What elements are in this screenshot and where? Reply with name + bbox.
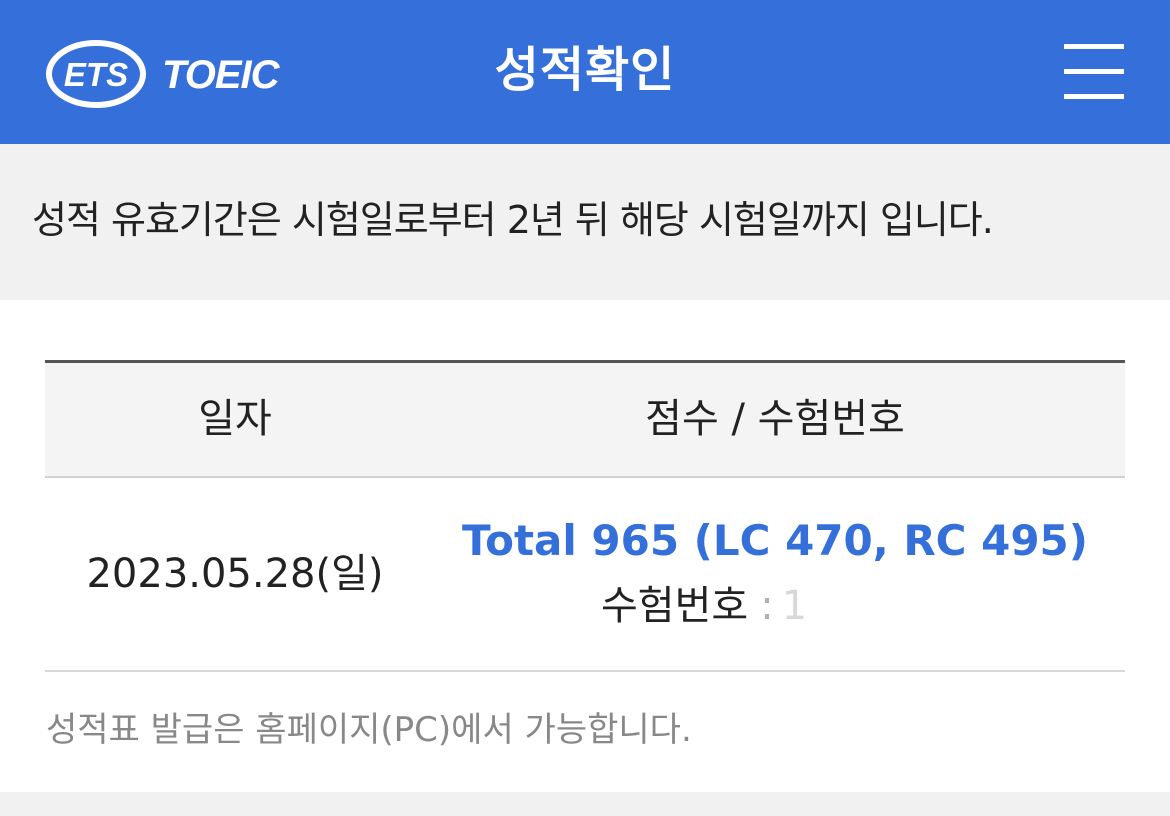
column-header-score: 점수 / 수험번호 [645, 396, 905, 442]
table-header: 일자 점수 / 수험번호 [45, 360, 1125, 478]
exam-number: 수험번호:1 [601, 578, 807, 634]
menu-icon-bar [1064, 44, 1124, 49]
menu-icon-bar [1064, 69, 1124, 74]
exam-number-value: 1 [781, 583, 808, 629]
exam-number-separator: : [760, 583, 774, 629]
app-header: ETS TOEIC 성적확인 [0, 0, 1170, 144]
menu-button[interactable] [1058, 40, 1130, 104]
bottom-band [0, 792, 1170, 816]
exam-number-label: 수험번호 [601, 583, 749, 629]
validity-notice-text: 성적 유효기간은 시험일로부터 2년 뒤 해당 시험일까지 입니다. [32, 198, 994, 242]
table-row: 2023.05.28(일) Total 965 (LC 470, RC 495)… [45, 478, 1125, 672]
total-score: Total 965 (LC 470, RC 495) [462, 516, 1088, 565]
menu-icon-bar [1064, 94, 1124, 99]
test-date: 2023.05.28(일) [86, 551, 384, 597]
column-header-date: 일자 [198, 396, 272, 442]
page-title: 성적확인 [494, 42, 676, 98]
validity-notice: 성적 유효기간은 시험일로부터 2년 뒤 해당 시험일까지 입니다. [0, 144, 1170, 300]
report-issue-note: 성적표 발급은 홈페이지(PC)에서 가능합니다. [46, 710, 692, 750]
